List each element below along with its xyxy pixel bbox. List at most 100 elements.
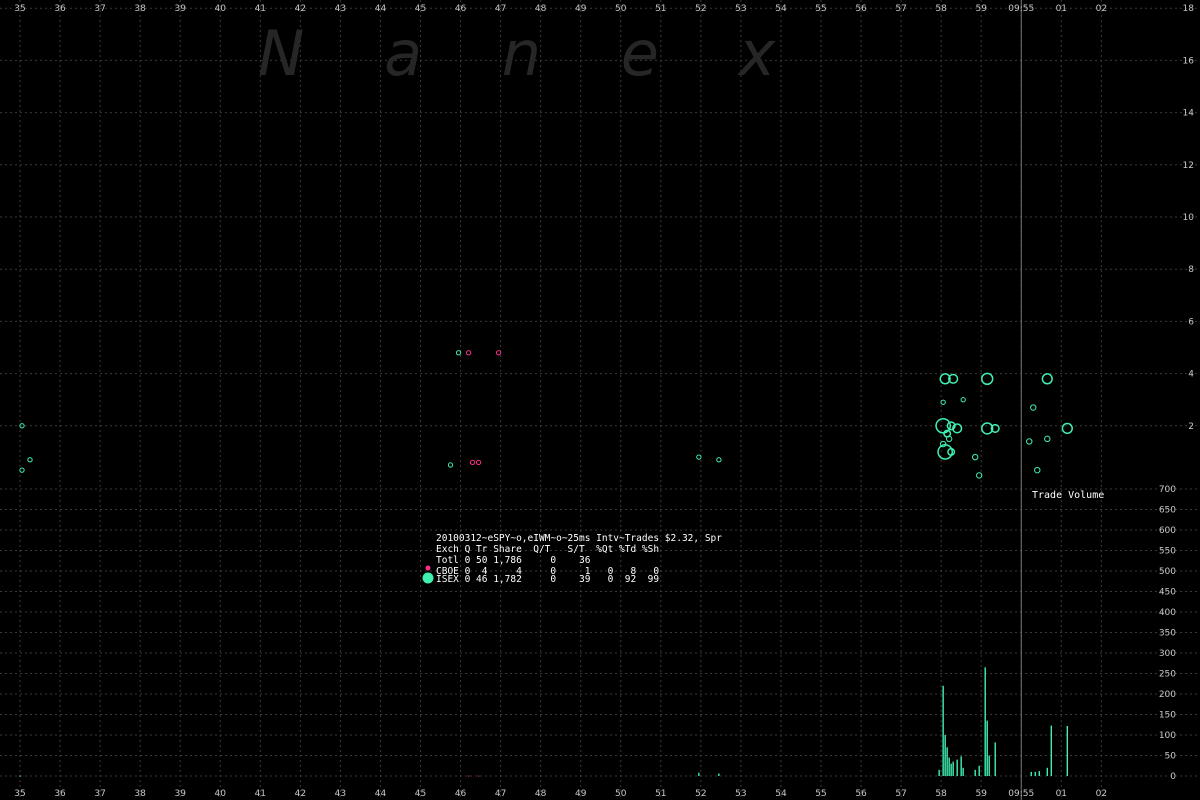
x-tick-label-bottom: 48 <box>535 789 547 799</box>
stats-row-isex: ISEX 0 46 1,782 0 39 0 92 99 <box>436 574 659 585</box>
x-tick-label-bottom: 41 <box>255 789 266 799</box>
y-tick-label-volume: 250 <box>1159 670 1176 680</box>
volume-bar-isex <box>718 773 720 776</box>
volume-bar-isex <box>19 775 21 777</box>
y-tick-label-price: 10 <box>1183 213 1195 223</box>
volume-bar-isex <box>1050 725 1052 776</box>
x-tick-label-top: 37 <box>94 4 105 14</box>
x-tick-label-top: 48 <box>535 4 547 14</box>
volume-bar-isex <box>988 755 990 776</box>
x-tick-label-top: 49 <box>575 4 587 14</box>
volume-bar-cboe <box>467 775 470 777</box>
x-tick-label-bottom: 38 <box>134 789 146 799</box>
volume-bar-isex <box>942 685 944 776</box>
volume-bar-isex <box>946 747 948 776</box>
y-axis-volume: 7006506005505004504003503002502001501005… <box>1159 485 1176 782</box>
y-tick-label-price: 4 <box>1188 370 1194 380</box>
volume-bar-isex <box>986 720 988 776</box>
x-tick-label-bottom: 59 <box>975 789 987 799</box>
x-tick-label-bottom: 51 <box>655 789 666 799</box>
y-tick-label-volume: 600 <box>1159 526 1176 536</box>
y-tick-label-price: 2 <box>1188 422 1194 432</box>
x-tick-label-bottom: 56 <box>855 789 867 799</box>
y-tick-label-volume: 300 <box>1159 649 1176 659</box>
nanex-chart: N a n e x 35 36 37 38 39 40 41 42 43 44 45 46 47 48 49… <box>0 0 1200 800</box>
volume-bar-isex <box>948 757 950 776</box>
y-tick-label-price: 16 <box>1183 56 1195 66</box>
volume-bar-isex <box>956 759 958 776</box>
y-tick-label-volume: 500 <box>1159 567 1176 577</box>
x-tick-label-bottom: 37 <box>94 789 105 799</box>
x-tick-label-top: 35 <box>14 4 25 14</box>
x-tick-label-top: 02 <box>1096 4 1107 14</box>
y-tick-label-volume: 700 <box>1159 485 1176 495</box>
x-tick-label-top: 46 <box>455 4 467 14</box>
x-tick-label-bottom: 50 <box>615 789 627 799</box>
volume-bar-isex <box>1034 771 1036 776</box>
x-tick-label-bottom: 39 <box>174 789 186 799</box>
watermark: N a n e x <box>258 17 805 90</box>
x-tick-label-top: 57 <box>895 4 906 14</box>
volume-bar-cboe <box>477 775 480 777</box>
x-tick-label-bottom: 45 <box>415 789 426 799</box>
y-tick-label-volume: 100 <box>1159 731 1176 741</box>
volume-panel-title: Trade Volume <box>1032 490 1104 501</box>
y-tick-label-volume: 200 <box>1159 690 1176 700</box>
x-tick-label-bottom: 01 <box>1056 789 1067 799</box>
isex-legend-marker <box>422 572 434 584</box>
y-tick-label-volume: 350 <box>1159 629 1176 639</box>
x-tick-label-bottom: 55 <box>815 789 826 799</box>
x-tick-label-bottom: 40 <box>215 789 227 799</box>
volume-bar-isex <box>944 735 946 776</box>
x-tick-label-bottom: 43 <box>335 789 346 799</box>
x-tick-label-bottom: 49 <box>575 789 587 799</box>
x-tick-label-top: 51 <box>655 4 666 14</box>
stats-title: 20100312~eSPY~o,eIWM~o~25ms Intv~Trades … <box>436 533 722 544</box>
x-tick-label-top: 50 <box>615 4 627 14</box>
cboe-legend-marker <box>425 565 431 571</box>
volume-bar-isex <box>974 769 976 776</box>
x-tick-label-bottom: 54 <box>775 789 787 799</box>
volume-bar-isex <box>1038 771 1040 776</box>
x-tick-label-bottom: 58 <box>935 789 947 799</box>
x-tick-label-bottom: 02 <box>1096 789 1107 799</box>
x-tick-label-bottom: 53 <box>735 789 746 799</box>
y-tick-label-volume: 650 <box>1159 506 1176 516</box>
y-tick-label-volume: 150 <box>1159 711 1176 721</box>
y-tick-label-volume: 400 <box>1159 608 1176 618</box>
volume-bar-isex <box>960 756 962 776</box>
volume-bar-isex <box>952 761 954 776</box>
x-tick-label-top: 59 <box>975 4 987 14</box>
y-tick-label-volume: 550 <box>1159 547 1176 557</box>
y-tick-label-volume: 50 <box>1165 752 1177 762</box>
x-tick-label-top: 47 <box>495 4 506 14</box>
x-tick-label-bottom: 42 <box>295 789 306 799</box>
volume-bar-isex <box>1066 725 1069 776</box>
stats-header: Exch Q Tr Share Q/T S/T %Qt %Td %Sh <box>436 544 659 555</box>
x-tick-label-top: 40 <box>215 4 227 14</box>
x-tick-label-top: 01 <box>1056 4 1067 14</box>
x-tick-label-top: 38 <box>134 4 146 14</box>
x-tick-label-bottom: 36 <box>54 789 66 799</box>
y-tick-label-price: 8 <box>1188 265 1194 275</box>
x-tick-label-bottom: 57 <box>895 789 906 799</box>
y-tick-label-price: 6 <box>1188 317 1194 327</box>
x-tick-label-bottom: 35 <box>14 789 25 799</box>
x-tick-label-top: 55 <box>815 4 826 14</box>
volume-bar-isex <box>698 772 700 776</box>
x-tick-label-top: 54 <box>775 4 787 14</box>
x-tick-label-top: 53 <box>735 4 746 14</box>
volume-bar-isex <box>938 769 940 776</box>
x-tick-label-top: 41 <box>255 4 266 14</box>
y-tick-label-volume: 450 <box>1159 588 1176 598</box>
x-tick-label-top: 42 <box>295 4 306 14</box>
x-tick-label-bottom: 47 <box>495 789 506 799</box>
x-tick-label-top: 45 <box>415 4 426 14</box>
x-tick-label-top: 58 <box>935 4 947 14</box>
volume-bar-isex <box>1046 767 1048 776</box>
x-tick-label-top: 39 <box>174 4 186 14</box>
y-tick-label-volume: 0 <box>1170 772 1176 782</box>
x-tick-label-bottom: 46 <box>455 789 467 799</box>
x-tick-label-top: 36 <box>54 4 66 14</box>
volume-bar-isex <box>994 742 996 776</box>
